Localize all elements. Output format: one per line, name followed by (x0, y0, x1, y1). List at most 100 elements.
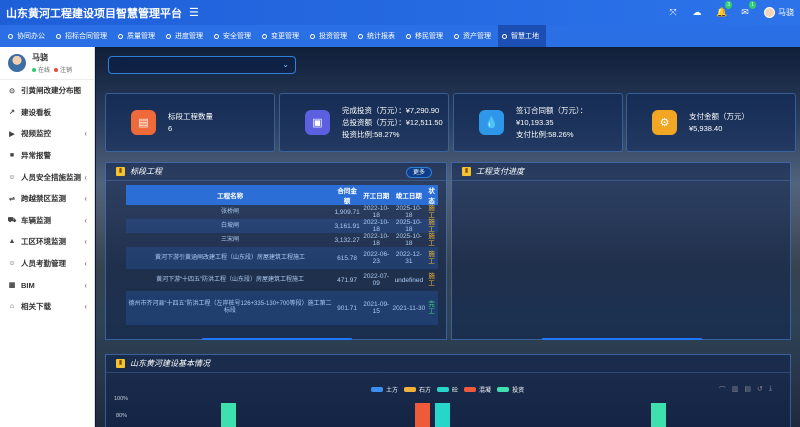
message-badge: 1 (749, 1, 756, 9)
legend-item[interactable]: 石方 (404, 385, 431, 394)
cell-status: 施工 (428, 273, 435, 287)
legend-swatch (437, 387, 450, 392)
sidebar-item[interactable]: ■ 异常报警 (0, 145, 94, 167)
nav-item[interactable]: 投资管理 (306, 25, 354, 47)
document-icon: ▤ (131, 110, 156, 135)
stat-line: ¥10,193.35 (516, 117, 554, 127)
sidebar-item[interactable]: ⊙ 引黄闸改建分布图 (0, 80, 94, 102)
chevron-left-icon: ‹ (84, 215, 87, 225)
cell-name: 黄河下游引黄涵闸改建工程（山东段）房屋建筑工程施工 (126, 247, 335, 269)
camera-icon: ▶ (9, 130, 15, 138)
cell-status: 施工 (428, 205, 435, 219)
menu-toggle-icon[interactable]: ☰ (189, 6, 199, 19)
nav-item[interactable]: 资产管理 (450, 25, 498, 47)
location-icon: ⊙ (9, 87, 15, 95)
legend-item[interactable]: 投资 (497, 385, 524, 394)
logout-link[interactable]: 注销 (54, 65, 72, 74)
project-select[interactable]: ⌄ (108, 56, 296, 74)
bar-chart-icon[interactable]: ▥ (732, 385, 739, 395)
circle-icon (8, 33, 13, 39)
user-menu[interactable]: 马骁 (764, 7, 794, 19)
sidebar-item[interactable]: ☺ 人员安全措施监测 ‹ (0, 166, 94, 188)
top-header: 山东黄河工程建设项目智慧管理平台 ☰ ⤧ ☁ 🔔 3 ✉ 1 马骁 (0, 0, 800, 25)
nav-item[interactable]: 移民管理 (402, 25, 450, 47)
circle-icon (166, 33, 171, 39)
sidebar-item[interactable]: ⛟ 车辆监测 ‹ (0, 210, 94, 232)
legend-item[interactable]: 混凝 (464, 385, 491, 394)
sidebar-item[interactable]: ⇌ 跨越禁区监测 ‹ (0, 188, 94, 210)
chevron-left-icon: ‹ (84, 129, 87, 139)
sidebar-item[interactable]: ▲ 工区环境监测 ‹ (0, 231, 94, 253)
chart-bar[interactable] (651, 403, 666, 427)
cell-end: 2025-10-18 (395, 233, 422, 247)
chevron-left-icon: ‹ (84, 237, 87, 247)
table-row[interactable]: 黄河下游引黄涵闸改建工程（山东段）房屋建筑工程施工 615.78 2022-06-2… (126, 247, 438, 269)
chart-bar[interactable] (415, 403, 430, 427)
cell-start: 2022-06-23 (360, 247, 393, 269)
table-row[interactable]: 黄河下游“十四五”防洪工程（山东段）房屋建筑工程施工 471.97 2022-07-… (126, 269, 438, 291)
chart-toolbox: ⌒ ▥ ▤ ↺ ⤓ (719, 385, 772, 395)
cell-end: undefined (394, 276, 424, 284)
sidebar-item[interactable]: ⌂ 相关下载 ‹ (0, 296, 94, 318)
alarm-icon: ■ (9, 152, 15, 160)
stat-line: 支付比例:58.26% (516, 129, 574, 139)
table-row[interactable]: 白坡闸 3,161.91 2022-10-18 2025-10-18 施工 (126, 219, 438, 233)
legend-item[interactable]: 土方 (371, 385, 398, 394)
stat-line: 总投资额（万元）：¥12,511.50 (342, 117, 443, 127)
legend-item[interactable]: 砼 (437, 385, 458, 394)
fullscreen-icon[interactable]: ⤧ (668, 7, 678, 18)
column-header: 状态 (425, 185, 438, 205)
notification-icon[interactable]: 🔔 3 (716, 1, 732, 18)
scrollbar[interactable] (202, 338, 352, 340)
cell-start: 2022-07-09 (363, 273, 390, 287)
message-icon[interactable]: ✉ 1 (740, 1, 756, 18)
barrier-icon: ⇌ (9, 195, 15, 203)
projects-table: 工程名称 合同金额 开工日期 竣工日期 状态 张桥闸 1,909.71 2022-10-18… (126, 185, 438, 325)
sidebar-item[interactable]: ↗ 建设看板 (0, 102, 94, 124)
download-icon: ⌂ (9, 303, 15, 311)
nav-item[interactable]: 协同办公 (4, 25, 52, 47)
panel-title: 标段工程 (130, 167, 162, 176)
module-nav: 协同办公 招标合同管理 质量管理 进度管理 安全管理 变更管理 投资管理 统计报表 移民管理 资产… (0, 25, 800, 47)
legend-swatch (464, 387, 477, 392)
cell-start: 2022-10-18 (363, 205, 390, 219)
cell-status: 施工 (425, 247, 438, 269)
cell-status: 施工 (428, 233, 435, 247)
sidebar-item[interactable]: ▦ BIM ‹ (0, 274, 94, 296)
nav-item[interactable]: 变更管理 (258, 25, 306, 47)
skin-icon[interactable]: ☁ (692, 7, 702, 18)
stat-line: 签订合同额（万元）： (516, 105, 588, 115)
circle-icon (358, 33, 363, 39)
column-header: 开工日期 (360, 185, 393, 205)
nav-item[interactable]: 招标合同管理 (52, 25, 114, 47)
nav-item[interactable]: 安全管理 (210, 25, 258, 47)
environment-icon: ▲ (8, 238, 16, 246)
cell-start: 2022-10-18 (360, 219, 393, 233)
table-row[interactable]: 张桥闸 1,909.71 2022-10-18 2025-10-18 施工 (126, 205, 438, 219)
save-image-icon[interactable]: ⤓ (769, 385, 772, 395)
chevron-left-icon: ‹ (84, 280, 87, 290)
stat-line: 完成投资（万元）：¥7,290.90 (342, 105, 440, 115)
stat-card-payment: ⚙ 支付金额（万元） ¥5,938.40 (626, 93, 796, 152)
sidebar-item[interactable]: ▶ 视频监控 ‹ (0, 123, 94, 145)
restore-icon[interactable]: ↺ (757, 385, 763, 395)
header-tools: ⤧ ☁ 🔔 3 ✉ 1 马骁 (668, 0, 794, 25)
sidebar-item[interactable]: ☺ 人员考勤管理 ‹ (0, 253, 94, 275)
scrollbar[interactable] (542, 338, 702, 340)
stat-line: 支付金额（万元） (689, 111, 749, 121)
user-name: 马骁 (778, 7, 794, 17)
table-row[interactable]: 三宋闸 3,132.27 2022-10-18 2025-10-18 施工 (126, 233, 438, 247)
stack-icon[interactable]: ▤ (744, 385, 751, 395)
table-row[interactable]: 德州市齐河县“十四五”防洪工程（左岸桩号126+335-130+700等段）施工… (126, 291, 438, 325)
chart-bar[interactable] (435, 403, 450, 427)
cell-amount: 1,909.71 (334, 208, 360, 216)
nav-item[interactable]: 质量管理 (114, 25, 162, 47)
chart-bar[interactable] (221, 403, 236, 427)
circle-icon (262, 33, 267, 39)
nav-item[interactable]: 进度管理 (162, 25, 210, 47)
nav-item[interactable]: 智慧工地 (498, 25, 546, 47)
line-chart-icon[interactable]: ⌒ (719, 385, 726, 395)
more-button[interactable]: 更多 (405, 167, 432, 178)
cell-name: 黄河下游“十四五”防洪工程（山东段）房屋建筑工程施工 (156, 276, 305, 283)
nav-item[interactable]: 统计报表 (354, 25, 402, 47)
